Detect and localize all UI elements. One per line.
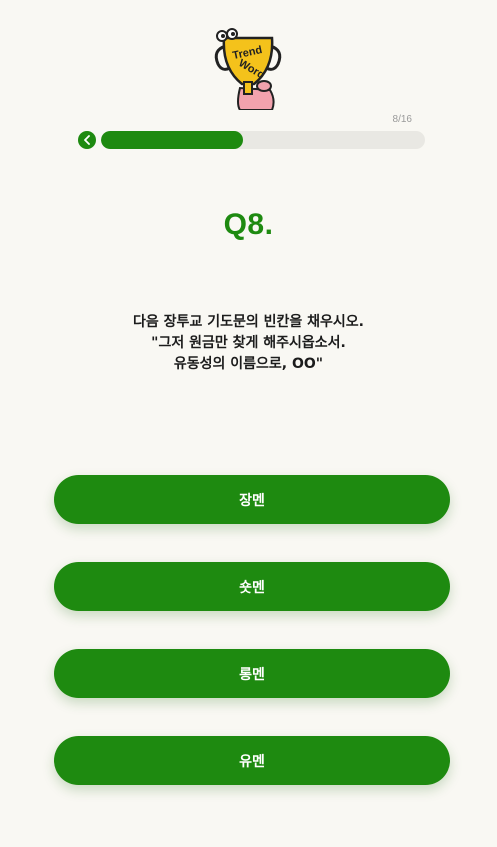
question-text: 다음 장투교 기도문의 빈칸을 채우시오. "그저 원금만 찾게 해주시옵소서.… — [0, 312, 497, 375]
trophy-icon: Trend Word — [214, 28, 282, 111]
progress-counter: 8/16 — [392, 114, 412, 125]
question-line: "그저 원금만 찾게 해주시옵소서. — [151, 335, 346, 351]
answer-option-1[interactable]: 장멘 — [54, 475, 450, 524]
trend-word-logo: Trend Word — [212, 28, 286, 111]
answer-option-4[interactable]: 유멘 — [54, 736, 450, 785]
question-line: 다음 장투교 기도문의 빈칸을 채우시오. — [133, 314, 364, 330]
chevron-left-icon — [84, 135, 90, 145]
progress-bar-fill — [101, 131, 243, 149]
answer-option-2[interactable]: 숏멘 — [54, 562, 450, 611]
back-button[interactable] — [78, 131, 96, 149]
question-number: Q8. — [223, 208, 274, 241]
answer-option-3[interactable]: 롱멘 — [54, 649, 450, 698]
answer-options: 장멘 숏멘 롱멘 유멘 — [54, 475, 450, 823]
progress-bar — [101, 131, 425, 149]
question-line: 유동성의 이름으로, OO" — [173, 356, 324, 372]
